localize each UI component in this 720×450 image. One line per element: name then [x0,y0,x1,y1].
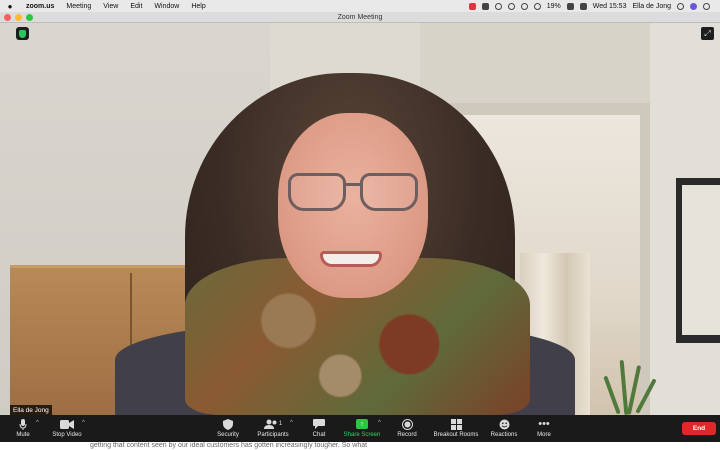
minimize-window-button[interactable] [15,14,22,21]
siri-icon[interactable] [690,2,697,10]
picture-frame-inner [682,185,720,335]
status-area: 19% Wed 15:53 Ella de Jong [468,2,720,10]
meeting-toolbar: Mute ^ Stop Video ^ Security 1 Participa… [0,415,720,442]
breakout-rooms-grid-icon [450,417,462,431]
menubar-clock[interactable]: Wed 15:53 [593,3,627,10]
window-title: Zoom Meeting [337,13,383,21]
share-screen-button[interactable]: ↑ Share Screen [342,417,382,441]
zoom-window-button[interactable] [26,14,33,21]
menu-view[interactable]: View [97,3,124,10]
search-icon[interactable] [677,2,684,10]
input-source-icon[interactable] [579,2,587,10]
participants-count: 1 [278,421,283,427]
end-meeting-button[interactable]: End [682,422,716,435]
app-menu: zoom.us Meeting View Edit Window Help [20,3,212,10]
audio-options-chevron-icon[interactable]: ^ [36,420,39,426]
record-button[interactable]: Record [395,417,419,441]
mute-button[interactable]: Mute [12,417,34,441]
battery-percent: 19% [546,2,561,10]
stop-video-button[interactable]: Stop Video [50,417,84,441]
participant-name-tag: Ella de Jong [10,405,52,415]
participants-options-chevron-icon[interactable]: ^ [290,420,293,426]
chat-button[interactable]: Chat [308,417,330,441]
control-center-icon[interactable] [703,2,710,10]
more-button[interactable]: ••• More [533,417,555,441]
fullscreen-icon[interactable]: ⤢ [701,27,714,40]
menubar-user[interactable]: Ella de Jong [632,3,671,10]
close-window-button[interactable] [4,14,11,21]
video-camera-icon [60,417,74,431]
time-machine-icon[interactable] [494,2,502,10]
window-titlebar: Zoom Meeting [0,12,720,23]
window-controls [4,14,33,21]
security-shield-icon [223,417,233,431]
apple-icon[interactable]: ● [0,2,20,11]
security-button[interactable]: Security [214,417,242,441]
battery-icon[interactable] [566,2,574,10]
background-document: getting that content seen by our ideal c… [0,442,720,450]
menu-meeting[interactable]: Meeting [60,3,97,10]
houseplant [600,353,660,415]
chat-bubble-icon [313,417,325,431]
share-options-chevron-icon[interactable]: ^ [378,420,381,426]
breakout-rooms-button[interactable]: Breakout Rooms [431,417,481,441]
person-smile [320,251,382,267]
share-screen-arrow-icon: ↑ [356,417,368,431]
reactions-emoji-icon [499,417,510,431]
more-ellipsis-icon: ••• [538,418,550,430]
encryption-shield-icon[interactable] [16,27,29,40]
volume-icon[interactable] [533,2,541,10]
menu-zoom-us[interactable]: zoom.us [20,3,60,10]
microphone-icon [19,417,27,431]
wifi-icon[interactable] [520,2,528,10]
macos-menubar: ● zoom.us Meeting View Edit Window Help … [0,0,720,12]
record-icon [401,417,413,431]
reactions-button[interactable]: Reactions [488,417,520,441]
menu-help[interactable]: Help [185,3,211,10]
participant-video[interactable] [0,23,720,415]
screen-record-icon[interactable] [468,2,476,10]
person-glasses [282,173,422,215]
menu-window[interactable]: Window [148,3,185,10]
zoom-status-icon[interactable] [481,2,489,10]
video-options-chevron-icon[interactable]: ^ [82,420,85,426]
participants-button[interactable]: 1 Participants [255,417,291,441]
bluetooth-icon[interactable] [507,2,515,10]
background-document-text: getting that content seen by our ideal c… [90,442,368,449]
menu-edit[interactable]: Edit [124,3,148,10]
participants-icon: 1 [263,417,283,431]
